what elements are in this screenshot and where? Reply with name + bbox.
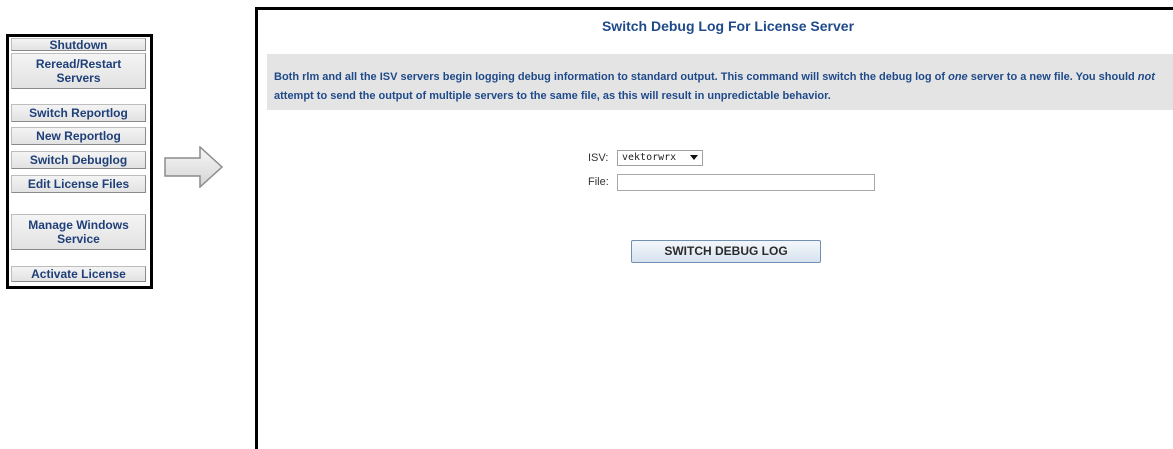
switch-reportlog-button[interactable]: Switch Reportlog bbox=[11, 104, 146, 122]
activate-license-button[interactable]: Activate License bbox=[11, 266, 146, 282]
switch-debug-log-button[interactable]: SWITCH DEBUG LOG bbox=[631, 240, 821, 263]
new-reportlog-label: New Reportlog bbox=[36, 129, 121, 143]
isv-select[interactable]: vektorwrx bbox=[617, 150, 703, 166]
shutdown-button-label: Shutdown bbox=[49, 37, 108, 52]
page-title: Switch Debug Log For License Server bbox=[601, 18, 855, 34]
info-line-1-emphasis-2: not bbox=[1137, 71, 1155, 83]
reread-restart-servers-button[interactable]: Reread/Restart Servers bbox=[11, 53, 146, 89]
shutdown-button[interactable]: Shutdown bbox=[11, 37, 146, 52]
reread-restart-label-line1: Reread/Restart bbox=[35, 57, 122, 71]
chevron-down-icon bbox=[690, 155, 698, 160]
server-actions-menu: Shutdown Reread/Restart Servers Switch R… bbox=[6, 34, 153, 289]
manage-windows-service-label-line2: Service bbox=[57, 232, 100, 246]
info-line-1-part-b: server to a new file. You should bbox=[967, 71, 1138, 83]
info-line-1-emphasis: one bbox=[948, 71, 968, 83]
isv-label: ISV: bbox=[588, 152, 609, 164]
isv-select-value: vektorwrx bbox=[622, 152, 677, 163]
file-input[interactable] bbox=[617, 174, 875, 191]
activate-license-label: Activate License bbox=[31, 267, 126, 281]
switch-debuglog-label: Switch Debuglog bbox=[29, 153, 128, 167]
file-label: File: bbox=[588, 176, 609, 188]
right-arrow-icon bbox=[164, 146, 224, 188]
info-line-1-part-a: Both rlm and all the ISV servers begin l… bbox=[274, 71, 949, 83]
switch-debuglog-button[interactable]: Switch Debuglog bbox=[11, 151, 146, 169]
reread-restart-label-line2: Servers bbox=[56, 71, 101, 85]
screenshot-root: Shutdown Reread/Restart Servers Switch R… bbox=[0, 0, 1173, 449]
manage-windows-service-label-line1: Manage Windows bbox=[28, 218, 129, 232]
info-line-1: Both rlm and all the ISV servers begin l… bbox=[274, 68, 1173, 87]
edit-license-files-label: Edit License Files bbox=[27, 177, 130, 191]
info-line-2: attempt to send the output of multiple s… bbox=[274, 90, 831, 102]
main-panel: Switch Debug Log For License Server Both… bbox=[255, 7, 1173, 449]
switch-reportlog-label: Switch Reportlog bbox=[29, 106, 128, 120]
edit-license-files-button[interactable]: Edit License Files bbox=[11, 175, 146, 193]
manage-windows-service-button[interactable]: Manage Windows Service bbox=[11, 214, 146, 250]
info-box: Both rlm and all the ISV servers begin l… bbox=[267, 54, 1173, 110]
new-reportlog-button[interactable]: New Reportlog bbox=[11, 127, 146, 145]
